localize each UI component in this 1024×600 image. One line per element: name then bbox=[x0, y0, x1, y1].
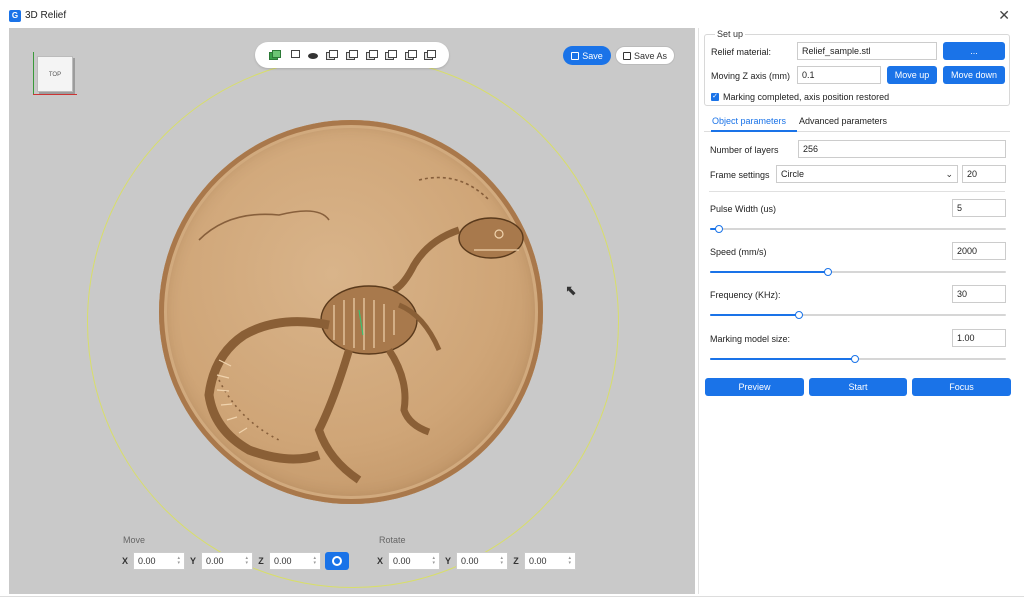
frame-settings-label: Frame settings bbox=[710, 170, 770, 180]
rotate-title: Rotate bbox=[379, 535, 406, 545]
browse-button[interactable]: ... bbox=[943, 42, 1005, 60]
move-z-input[interactable]: 0.00 ▴ ▾ bbox=[269, 552, 321, 570]
window-bottom-border bbox=[0, 596, 1024, 597]
setup-group: Set up Relief material: Relief_sample.st… bbox=[704, 29, 1010, 106]
rotate-x-label: X bbox=[376, 556, 383, 566]
tab-advanced-parameters[interactable]: Advanced parameters bbox=[799, 116, 887, 126]
rotate-y-input[interactable]: 0.00 ▴ ▾ bbox=[456, 552, 508, 570]
view-toolbar bbox=[255, 42, 449, 68]
layers-label: Number of layers bbox=[710, 145, 779, 155]
save-label: Save bbox=[582, 50, 603, 61]
rotate-z-input[interactable]: 0.00 ▴ ▾ bbox=[524, 552, 576, 570]
save-as-icon bbox=[622, 51, 631, 60]
wireframe-cube-icon[interactable] bbox=[287, 49, 301, 61]
rotate-y-label: Y bbox=[444, 556, 451, 566]
move-x-input[interactable]: 0.00 ▴ ▾ bbox=[133, 552, 185, 570]
move-up-button[interactable]: Move up bbox=[887, 66, 937, 84]
moving-z-field[interactable]: 0.1 bbox=[797, 66, 881, 84]
move-y-input[interactable]: 0.00 ▴ ▾ bbox=[201, 552, 253, 570]
frequency-label: Frequency (KHz): bbox=[710, 290, 781, 300]
speed-label: Speed (mm/s) bbox=[710, 247, 767, 257]
pulse-width-label: Pulse Width (us) bbox=[710, 204, 777, 214]
moving-z-label: Moving Z axis (mm) bbox=[711, 71, 791, 81]
center-target-button[interactable] bbox=[325, 552, 349, 570]
chevron-down-icon: ⌄ bbox=[945, 169, 953, 179]
speed-input[interactable]: 2000 bbox=[952, 242, 1006, 260]
frequency-slider[interactable] bbox=[710, 311, 1006, 319]
focus-button[interactable]: Focus bbox=[912, 378, 1011, 396]
start-button[interactable]: Start bbox=[809, 378, 907, 396]
dinosaur-relief bbox=[198, 176, 524, 484]
move-down-button[interactable]: Move down bbox=[943, 66, 1005, 84]
window-title: 3D Relief bbox=[25, 10, 67, 21]
x-axis-indicator bbox=[33, 94, 77, 95]
relief-material-field[interactable]: Relief_sample.stl bbox=[797, 42, 937, 60]
left-view-icon[interactable] bbox=[365, 49, 378, 61]
preview-button[interactable]: Preview bbox=[705, 378, 804, 396]
front-view-icon[interactable] bbox=[325, 49, 339, 61]
eye-icon[interactable] bbox=[307, 50, 319, 61]
model-size-label: Marking model size: bbox=[710, 334, 791, 344]
layers-input[interactable]: 256 bbox=[798, 140, 1006, 158]
right-view-icon[interactable] bbox=[384, 49, 398, 61]
rotate-controls: X 0.00 ▴ ▾ Y 0.00 ▴ ▾ Z 0.00 ▴ ▾ bbox=[376, 552, 576, 570]
frame-shape-value: Circle bbox=[781, 169, 805, 179]
active-tab-indicator bbox=[711, 130, 797, 132]
rotate-x-input[interactable]: 0.00 ▴ ▾ bbox=[388, 552, 440, 570]
bottom-view-icon[interactable] bbox=[423, 49, 437, 61]
parameter-tabs: Object parameters Advanced parameters bbox=[704, 114, 1010, 132]
relief-material-label: Relief material: bbox=[711, 47, 772, 57]
model-size-input[interactable]: 1.00 bbox=[952, 329, 1006, 347]
frame-size-input[interactable]: 20 bbox=[962, 165, 1006, 183]
move-title: Move bbox=[123, 535, 146, 545]
app-logo-icon: G bbox=[9, 10, 21, 22]
model-size-slider[interactable] bbox=[710, 355, 1006, 363]
axis-restore-checkbox[interactable]: ✓ bbox=[711, 93, 719, 101]
axis-restore-label: Marking completed, axis position restore… bbox=[723, 92, 890, 102]
move-y-label: Y bbox=[189, 556, 196, 566]
move-x-label: X bbox=[121, 556, 128, 566]
pulse-width-slider[interactable] bbox=[710, 225, 1006, 233]
rotate-z-label: Z bbox=[513, 556, 519, 566]
settings-panel: Set up Relief material: Relief_sample.st… bbox=[698, 28, 1016, 594]
frequency-input[interactable]: 30 bbox=[952, 285, 1006, 303]
title-bar: G 3D Relief ✕ bbox=[0, 0, 1024, 28]
target-icon bbox=[332, 556, 342, 566]
mouse-cursor-icon: ⬉ bbox=[565, 282, 577, 298]
3d-viewport[interactable]: TOP Save Save As ⬉ Move X 0.00 ▴ ▾ Y 0.0… bbox=[9, 28, 695, 594]
save-as-label: Save As bbox=[633, 50, 668, 61]
back-view-icon[interactable] bbox=[345, 49, 358, 61]
pulse-width-input[interactable]: 5 bbox=[952, 199, 1006, 217]
close-icon[interactable]: ✕ bbox=[998, 7, 1010, 24]
setup-legend: Set up bbox=[715, 29, 746, 39]
frame-shape-select[interactable]: Circle ⌄ bbox=[776, 165, 958, 183]
divider bbox=[709, 191, 1005, 192]
top-view-icon[interactable] bbox=[404, 49, 417, 61]
save-as-button[interactable]: Save As bbox=[615, 46, 675, 65]
speed-slider[interactable] bbox=[710, 268, 1006, 276]
tab-object-parameters[interactable]: Object parameters bbox=[712, 116, 786, 126]
save-icon bbox=[571, 51, 580, 60]
move-z-label: Z bbox=[258, 556, 264, 566]
move-controls: X 0.00 ▴ ▾ Y 0.00 ▴ ▾ Z 0.00 ▴ ▾ bbox=[121, 552, 349, 570]
y-axis-indicator bbox=[33, 52, 34, 94]
save-button[interactable]: Save bbox=[563, 46, 611, 65]
solid-cube-icon[interactable] bbox=[268, 49, 281, 61]
view-cube[interactable]: TOP bbox=[37, 56, 73, 92]
